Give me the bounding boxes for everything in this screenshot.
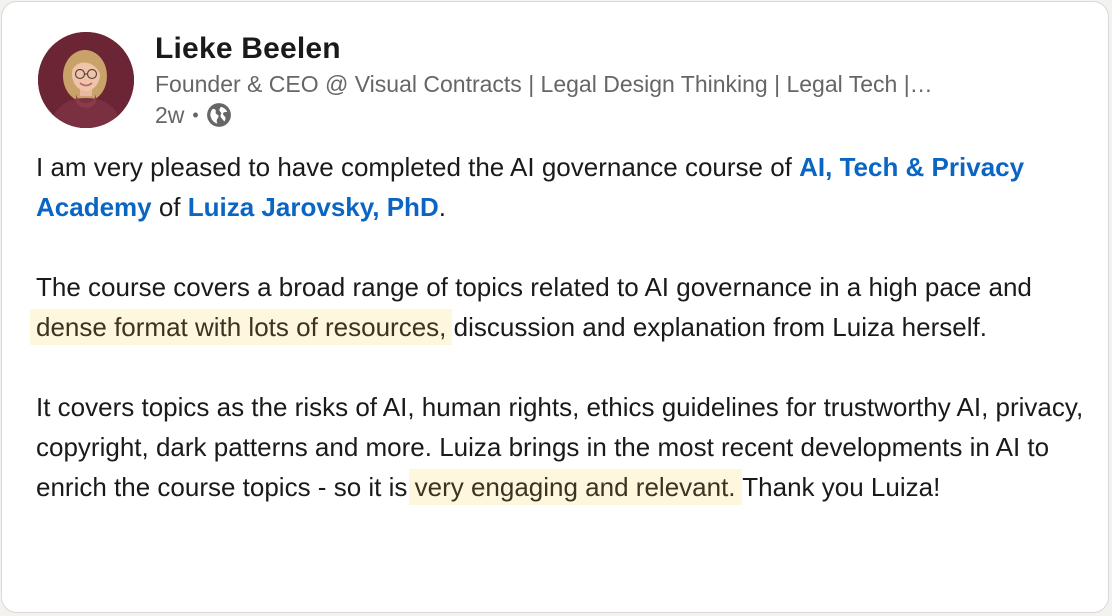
post-text: I am very pleased to have completed the … [36,152,800,182]
highlighted-text: relevant. [629,469,742,505]
post-text: discussion and explanation from Luiza he… [446,312,987,342]
post-paragraph-1: I am very pleased to have completed the … [36,147,1086,227]
post-text: Thank you Luiza! [735,472,941,502]
post-body: I am very pleased to have completed the … [30,147,1086,507]
meta-separator: • [192,104,199,125]
globe-icon [206,102,232,128]
post-text: of [151,192,188,222]
post-paragraph-3: It covers topics as the risks of AI, hum… [36,387,1086,507]
post-paragraph-2: The course covers a broad range of topic… [30,267,1086,347]
author-headline: Founder & CEO @ Visual Contracts | Legal… [155,71,933,97]
post-meta: 2w • [155,100,232,130]
highlighted-text: dense format with lots of resources, [30,309,453,345]
author-name[interactable]: Lieke Beelen [155,32,341,66]
post-card: Lieke Beelen Founder & CEO @ Visual Cont… [1,1,1109,613]
post-text: The course covers a broad range of topic… [36,272,1032,302]
avatar-portrait [38,32,134,128]
author-avatar[interactable] [38,32,134,128]
highlighted-text: very engaging and [408,469,635,505]
post-text: . [438,192,446,222]
mention-luiza[interactable]: Luiza Jarovsky, PhD [188,192,439,222]
post-time[interactable]: 2w [155,102,184,129]
